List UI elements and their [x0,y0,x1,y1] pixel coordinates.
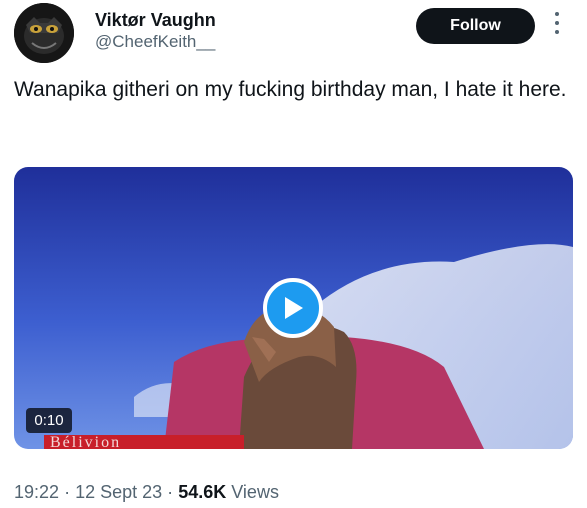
meta-separator: · [64,482,71,502]
play-button[interactable] [263,278,323,338]
channel-watermark: Bélivion [50,434,121,449]
play-icon [285,297,303,319]
author-name[interactable]: Viktør Vaughn [95,9,216,31]
tweet-header: Viktør Vaughn @CheefKeith__ Follow [0,0,587,66]
author-handle[interactable]: @CheefKeith__ [95,31,215,53]
video-duration: 0:10 [26,408,72,433]
follow-button[interactable]: Follow [416,8,535,44]
tweet-date[interactable]: 12 Sept 23 [75,482,162,502]
avatar[interactable] [14,3,74,63]
views-label: Views [231,482,279,502]
meta-separator: · [167,482,174,502]
tweet-time[interactable]: 19:22 [14,482,59,502]
views-count: 54.6K [178,482,227,502]
tweet-meta: 19:22 · 12 Sept 23 · 54.6K Views [14,481,279,503]
tweet-text: Wanapika githeri on my fucking birthday … [14,78,567,101]
more-vertical-icon[interactable] [552,12,562,38]
